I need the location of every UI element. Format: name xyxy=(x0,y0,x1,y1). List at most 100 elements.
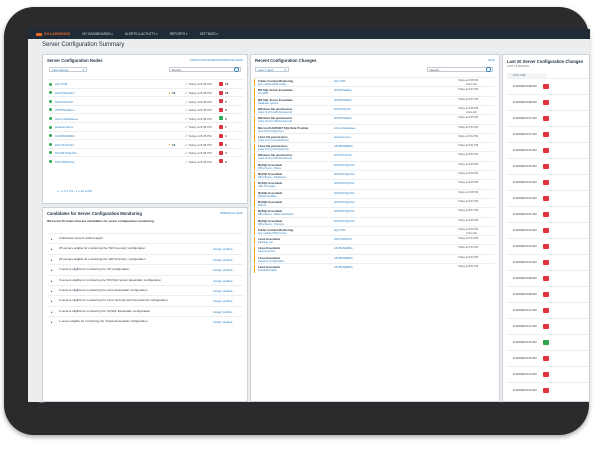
candidates-panel-links[interactable]: DISMISS ALL HELP xyxy=(220,212,243,215)
change-node-link[interactable]: NOCMYSQL01v xyxy=(334,200,355,204)
change-status-icon[interactable] xyxy=(543,339,549,345)
nav-item-alerts[interactable]: ALERTS & ACTIVITY ▾ xyxy=(119,32,164,36)
assign-profiles-link[interactable]: Assign profiles xyxy=(213,310,233,314)
nodes-search-input[interactable]: Search... xyxy=(169,67,241,72)
change-status-icon[interactable] xyxy=(543,243,549,249)
change-node-link[interactable]: WSTPFLEE1v xyxy=(334,116,352,120)
expand-chevron-icon[interactable]: ▸ xyxy=(51,258,53,262)
last20-row[interactable]: 6/12/2024 8:29 AM xyxy=(507,254,589,271)
last20-row[interactable]: 6/12/2024 8:27 AM xyxy=(507,318,589,335)
change-node-link[interactable]: DACTFUS1Fv xyxy=(334,153,352,157)
change-node-link[interactable]: websolmen1v xyxy=(334,135,351,139)
assign-profiles-link[interactable]: Assign profiles xyxy=(213,268,233,272)
change-status-icon[interactable] xyxy=(543,83,549,89)
last20-row[interactable]: 6/12/2024 8:30 AM xyxy=(507,222,589,239)
change-status-icon[interactable] xyxy=(543,387,549,393)
assign-profiles-link[interactable]: Assign profiles xyxy=(213,299,233,303)
node-name[interactable]: DACTFUS1Fv xyxy=(55,143,74,147)
last20-row[interactable]: 6/12/2024 8:28 AM xyxy=(507,270,589,287)
last20-row[interactable]: 6/12/2024 8:38 AM xyxy=(507,94,589,111)
assign-profiles-link[interactable]: Assign profiles xyxy=(213,289,233,293)
expand-chevron-icon[interactable]: ▸ xyxy=(51,279,53,283)
change-node-link[interactable]: DACTDRC01v xyxy=(334,237,352,241)
change-node-link[interactable]: WSTPFLEE1v xyxy=(334,88,352,92)
node-name[interactable]: NOCPSLD1V xyxy=(55,100,73,104)
change-node-link[interactable]: AZUBUWEB1v xyxy=(334,256,353,260)
assign-profiles-link[interactable]: Assign profiles xyxy=(213,320,233,324)
node-name[interactable]: AZUBUWEB1v xyxy=(55,134,75,138)
search-icon[interactable] xyxy=(485,67,491,72)
change-row[interactable]: Linux Essentials Scheduled tasks AZUBUWEB1… xyxy=(254,263,495,273)
change-status-icon[interactable] xyxy=(543,323,549,329)
change-node-link[interactable]: NOCMYSQL01v xyxy=(334,181,355,185)
change-status-icon[interactable] xyxy=(543,371,549,377)
change-node-link[interactable]: AZUBUWEB1v xyxy=(334,265,353,269)
change-detail[interactable]: Scheduled tasks xyxy=(258,269,277,272)
last20-row[interactable]: 6/12/2024 8:38 AM xyxy=(507,78,589,95)
last20-row[interactable]: 6/12/2024 8:28 AM xyxy=(507,286,589,303)
change-status-icon[interactable] xyxy=(543,147,549,153)
changes-filter-dropdown[interactable]: Last 7 days ▾ xyxy=(255,67,289,72)
change-status-icon[interactable] xyxy=(543,131,549,137)
change-node-link[interactable]: AZUBUWEB1v xyxy=(334,246,353,250)
change-node-link[interactable]: NOCMYSQL01v xyxy=(334,163,355,167)
change-status-icon[interactable] xyxy=(543,227,549,233)
nav-item-settings[interactable]: SETTINGS ▾ xyxy=(194,32,224,36)
last20-row[interactable]: 6/12/2024 8:24 AM xyxy=(507,366,589,383)
change-node-link[interactable]: WSTPFLEE1v xyxy=(334,98,352,102)
last20-row[interactable]: 6/12/2024 8:37 AM xyxy=(507,126,589,143)
node-name[interactable]: WSTPFLEE1v xyxy=(55,108,74,112)
node-name[interactable]: websolmen1v xyxy=(55,125,73,129)
last20-row[interactable]: 6/12/2024 8:33 AM xyxy=(507,174,589,191)
change-node-link[interactable]: Azure Databases xyxy=(334,126,355,130)
nodes-panel-links[interactable]: ASSIGN CONFIGURATION PROFILES HELP xyxy=(190,59,243,62)
change-status-icon[interactable] xyxy=(543,291,549,297)
nodes-filter-dropdown[interactable]: Last change ▾ xyxy=(49,67,87,72)
change-status-icon[interactable] xyxy=(543,99,549,105)
last20-row[interactable]: 6/12/2024 8:26 AM xyxy=(507,334,589,351)
changes-panel-help[interactable]: HELP xyxy=(488,59,495,62)
change-node-link[interactable]: NOCMYSQL01v xyxy=(334,172,355,176)
node-name[interactable]: HOSTSQL01V xyxy=(55,91,75,95)
change-node-link[interactable]: NOCMYSQL01v xyxy=(334,191,355,195)
change-status-icon[interactable] xyxy=(543,163,549,169)
candidate-row[interactable]: ▸ 1 server eligible for monitoring the 'O… xyxy=(47,316,243,327)
nodes-pager[interactable]: « ‹ 1 2 3 4 5 › » 1-10 of 80 xyxy=(57,189,92,193)
last20-row[interactable]: 6/12/2024 8:32 AM xyxy=(507,190,589,207)
node-name[interactable]: Azure Databases xyxy=(55,117,78,121)
last20-row[interactable]: 6/12/2024 8:29 AM xyxy=(507,238,589,255)
change-status-icon[interactable] xyxy=(543,275,549,281)
last20-row[interactable]: 6/12/2024 8:36 AM xyxy=(507,142,589,159)
changes-search-input[interactable]: Search... xyxy=(427,67,493,72)
change-node-link[interactable]: AZUBUWEB1v xyxy=(334,144,353,148)
expand-chevron-icon[interactable]: ▸ xyxy=(51,237,53,241)
last20-row[interactable]: 6/12/2024 8:27 AM xyxy=(507,302,589,319)
search-icon[interactable] xyxy=(233,67,239,72)
node-name[interactable]: NOCMYSQL01v xyxy=(55,151,77,155)
change-status-icon[interactable] xyxy=(543,115,549,121)
expand-chevron-icon[interactable]: ▸ xyxy=(51,310,53,314)
change-node-link[interactable]: NOCPSLD1V xyxy=(334,107,351,111)
last20-row[interactable]: 6/12/2024 8:31 AM xyxy=(507,206,589,223)
node-row[interactable]: DACTDRC01v ✓ Today at 8:38 PM 6 xyxy=(47,156,243,166)
last20-row[interactable]: 6/12/2024 8:35 AM xyxy=(507,158,589,175)
nav-item-dashboards[interactable]: MY DASHBOARDS ▾ xyxy=(77,32,119,36)
nav-item-reports[interactable]: REPORTS ▾ xyxy=(164,32,194,36)
expand-chevron-icon[interactable]: ▸ xyxy=(51,268,53,272)
change-status-icon[interactable] xyxy=(543,259,549,265)
last20-row[interactable]: 6/12/2024 8:25 AM xyxy=(507,350,589,367)
change-node-link[interactable]: HQ-TOM xyxy=(334,228,345,232)
expand-chevron-icon[interactable]: ▸ xyxy=(51,247,53,251)
change-status-icon[interactable] xyxy=(543,211,549,217)
change-status-icon[interactable] xyxy=(543,179,549,185)
last20-row[interactable]: 6/12/2024 8:37 AM xyxy=(507,110,589,127)
brand-logo[interactable]: SOLARWINDS xyxy=(28,32,77,36)
expand-chevron-icon[interactable]: ▸ xyxy=(51,320,53,324)
assign-profiles-link[interactable]: Assign profiles xyxy=(213,258,233,262)
assign-profiles-link[interactable]: Assign profiles xyxy=(213,279,233,283)
expand-chevron-icon[interactable]: ▸ xyxy=(51,299,53,303)
change-status-icon[interactable] xyxy=(543,307,549,313)
change-node-link[interactable]: NOCMYSQL01v xyxy=(334,219,355,223)
node-name[interactable]: DACTDRC01v xyxy=(55,160,75,164)
change-node-link[interactable]: HQ-TOM xyxy=(334,79,345,83)
